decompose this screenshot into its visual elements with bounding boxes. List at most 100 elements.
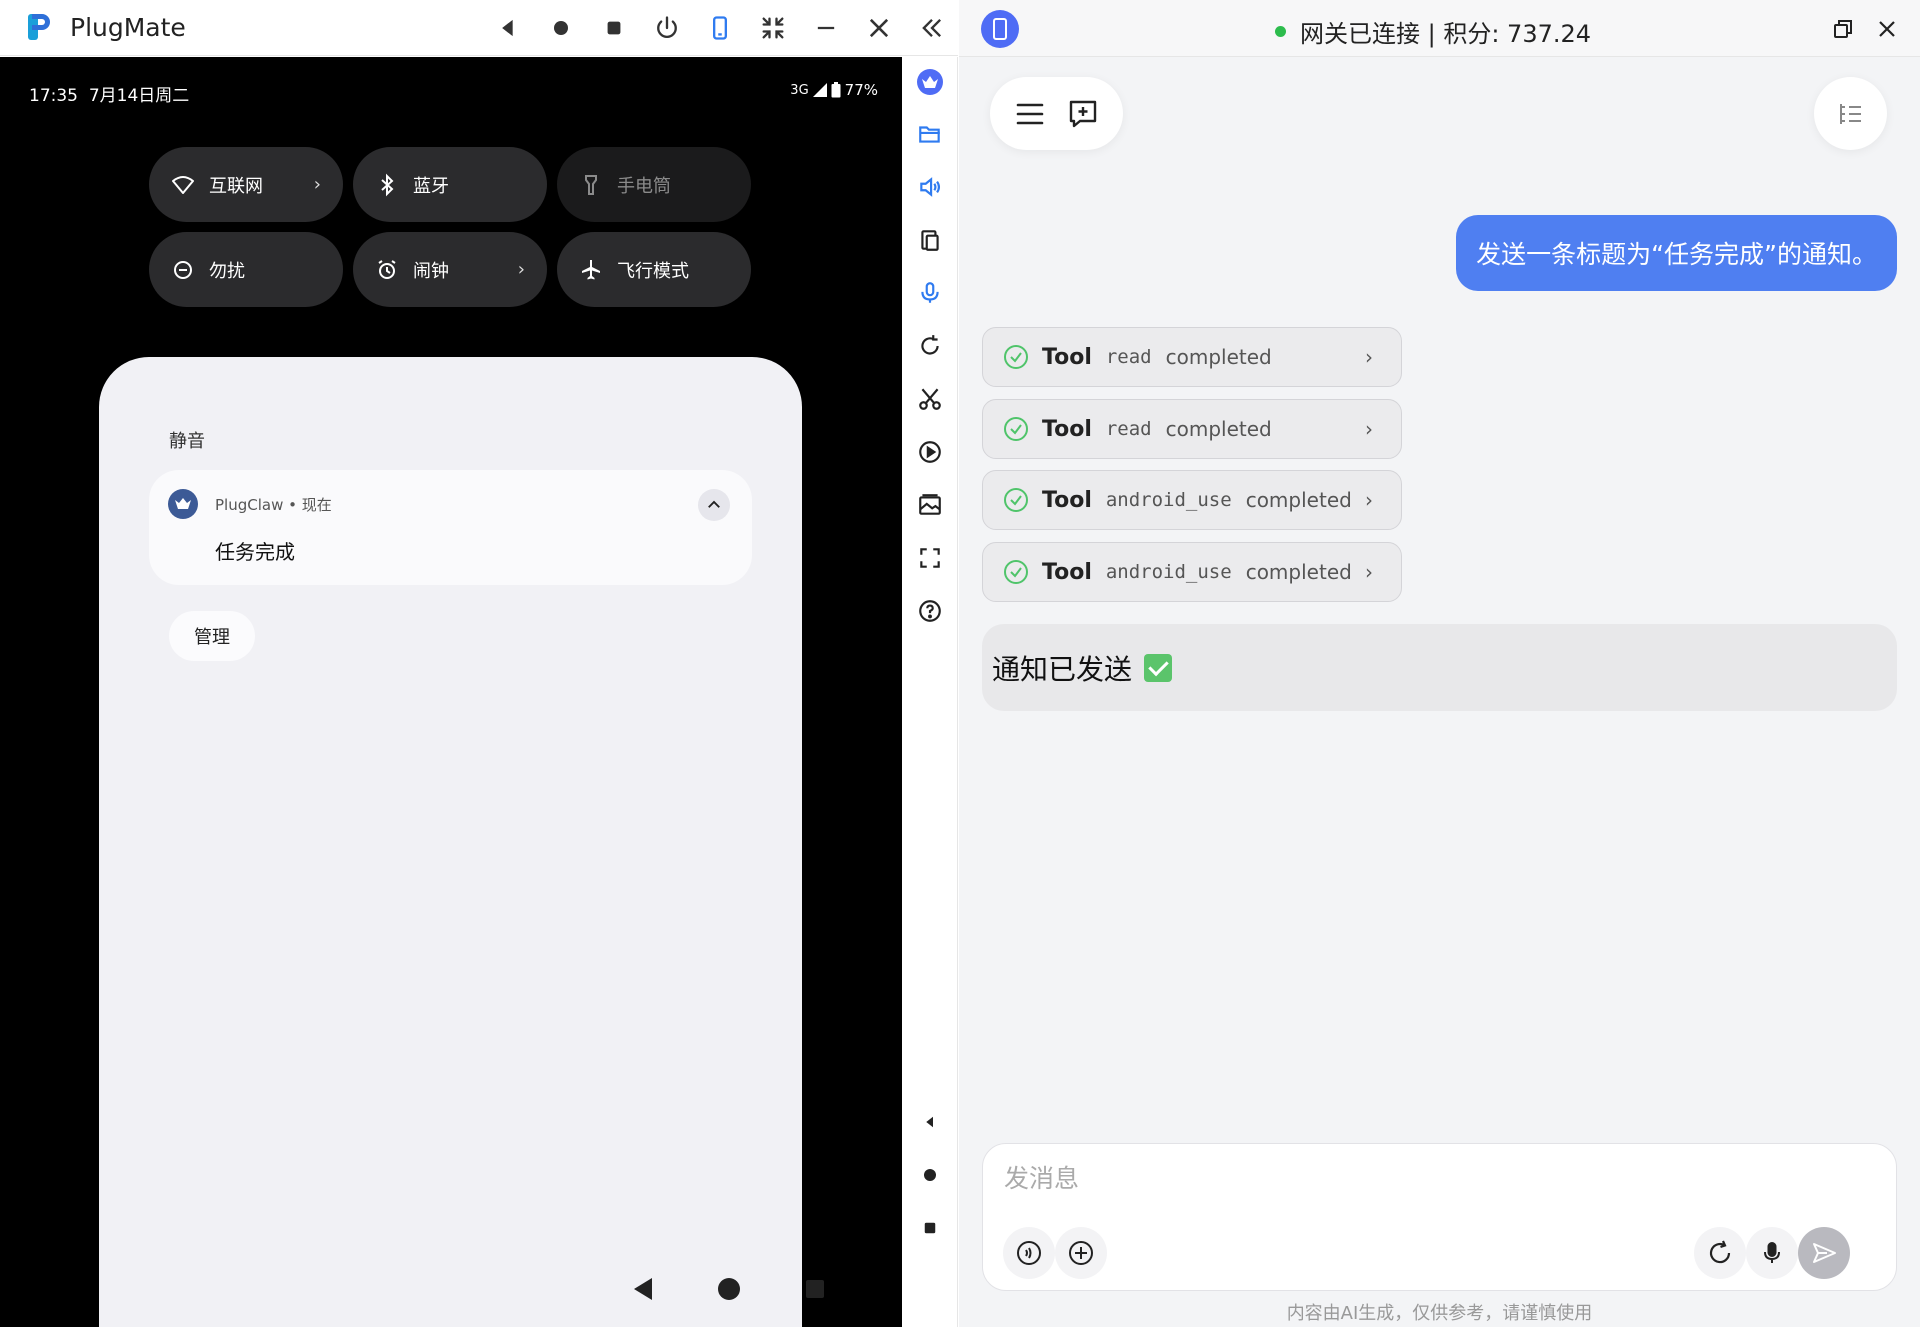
dnd-icon [169, 256, 197, 284]
chevron-right-icon: › [1365, 560, 1373, 584]
close-button[interactable] [852, 0, 905, 56]
manage-button[interactable]: 管理 [169, 611, 255, 661]
phone-recents-icon[interactable] [806, 1280, 824, 1298]
help-button[interactable] [913, 594, 947, 628]
flashlight-icon [577, 171, 605, 199]
tool-call-item[interactable]: Tool android_use completed › [982, 542, 1402, 602]
chat-titlebar: 网关已连接 | 积分: 737.24 [959, 0, 1920, 57]
app-titlebar: PlugMate [0, 0, 958, 56]
chevron-right-icon: › [1365, 417, 1373, 441]
app-title: PlugMate [70, 13, 186, 42]
tile-alarm[interactable]: 闹钟 › [353, 232, 547, 307]
microphone-button[interactable] [913, 276, 947, 310]
rotate-icon [921, 335, 939, 355]
folder-icon [919, 126, 940, 143]
bluetooth-icon [373, 171, 401, 199]
plugclaw-app-icon [168, 489, 198, 519]
phone-nav-bar [0, 1267, 902, 1307]
nav-home-button[interactable] [913, 1158, 947, 1192]
gallery-button[interactable] [913, 488, 947, 522]
power-button[interactable] [640, 0, 693, 56]
chevron-right-icon: › [517, 259, 525, 280]
clipboard-button[interactable] [913, 223, 947, 257]
scissors-icon [919, 388, 941, 410]
check-circle-icon [1004, 345, 1028, 369]
status-icons: 3G 77% [790, 81, 878, 99]
connected-dot-icon [1275, 26, 1286, 37]
rotate-button[interactable] [913, 329, 947, 363]
nav-back-button[interactable] [913, 1105, 947, 1139]
new-chat-icon[interactable] [1066, 97, 1100, 131]
hamburger-menu-icon[interactable] [1013, 97, 1047, 131]
device-button[interactable] [693, 0, 746, 56]
device-badge-icon[interactable] [981, 10, 1019, 48]
recents-square-icon [924, 1222, 936, 1234]
attach-button[interactable] [1055, 1227, 1107, 1279]
tile-flashlight[interactable]: 手电筒 [557, 147, 751, 222]
chat-close-button[interactable] [1870, 12, 1904, 46]
minimize-button[interactable] [799, 0, 852, 56]
tool-call-item[interactable]: Tool read completed › [982, 327, 1402, 387]
back-triangle-icon [501, 19, 513, 37]
tile-label: 互联网 [209, 175, 263, 197]
close-icon [1879, 21, 1895, 37]
collapse-notification-button[interactable] [698, 489, 730, 521]
folder-button[interactable] [913, 117, 947, 151]
check-circle-icon [1004, 417, 1028, 441]
refresh-button[interactable] [1694, 1227, 1746, 1279]
chat-panel: 网关已连接 | 积分: 737.24 发送一条标题为“任务完成”的通知。 Too… [959, 0, 1920, 1327]
assistant-message-text: 通知已发送 [992, 652, 1133, 686]
quick-settings-tiles: 互联网 › 蓝牙 手电筒 勿扰 闹钟 › 飞行模式 [149, 147, 753, 307]
send-button[interactable] [1798, 1227, 1850, 1279]
plus-circle-icon [1069, 1241, 1093, 1265]
voice-input-button[interactable] [1746, 1227, 1798, 1279]
home-circle-icon [553, 21, 568, 35]
shrink-button[interactable] [746, 0, 799, 56]
home-button[interactable] [534, 0, 587, 56]
nav-recents-button[interactable] [913, 1211, 947, 1245]
voice-mode-button[interactable] [1003, 1227, 1055, 1279]
notification-card[interactable]: PlugClaw • 现在 任务完成 [149, 470, 752, 585]
tile-bluetooth[interactable]: 蓝牙 [353, 147, 547, 222]
tile-label: 飞行模式 [617, 260, 689, 282]
battery-label: 77% [844, 81, 878, 99]
phone-home-icon[interactable] [718, 1278, 740, 1300]
screenshot-button[interactable] [913, 382, 947, 416]
restore-window-button[interactable] [1826, 12, 1860, 46]
home-circle-icon [924, 1169, 936, 1181]
collapse-panel-button[interactable] [905, 0, 958, 56]
shrink-icon [762, 17, 783, 39]
record-button[interactable] [913, 435, 947, 469]
refresh-icon [1709, 1240, 1731, 1264]
recents-button[interactable] [587, 0, 640, 56]
outline-button[interactable] [1814, 77, 1887, 150]
back-triangle-icon [926, 1116, 933, 1128]
minimize-icon [817, 26, 834, 30]
phone-icon [712, 16, 727, 40]
check-circle-icon [1004, 560, 1028, 584]
tile-label: 蓝牙 [413, 175, 449, 197]
tile-airplane[interactable]: 飞行模式 [557, 232, 751, 307]
chevron-up-icon [708, 500, 720, 508]
phone-screen[interactable]: 17:35 7月14日周二 3G 77% 互联网 › 蓝牙 手电筒 勿扰 闹钟 … [0, 57, 902, 1327]
chevron-right-icon: › [1365, 345, 1373, 369]
fullscreen-button[interactable] [913, 541, 947, 575]
signal-icon [812, 83, 827, 97]
tool-call-item[interactable]: Tool read completed › [982, 399, 1402, 459]
power-icon [656, 16, 677, 39]
tool-call-item[interactable]: Tool android_use completed › [982, 470, 1402, 530]
close-icon [869, 18, 888, 38]
chevron-right-icon: › [1365, 488, 1373, 512]
assistant-message-bubble: 通知已发送 [982, 624, 1897, 711]
volume-button[interactable] [913, 170, 947, 204]
phone-back-icon[interactable] [634, 1278, 652, 1300]
back-button[interactable] [481, 0, 534, 56]
plugmate-logo-icon [24, 12, 54, 44]
assistant-avatar-button[interactable] [913, 65, 947, 99]
tile-dnd[interactable]: 勿扰 [149, 232, 343, 307]
message-input[interactable]: 发消息 [1004, 1159, 1079, 1195]
tile-internet[interactable]: 互联网 › [149, 147, 343, 222]
connection-status: 网关已连接 | 积分: 737.24 [1275, 14, 1591, 49]
tile-label: 手电筒 [617, 175, 671, 197]
check-circle-icon [1004, 488, 1028, 512]
